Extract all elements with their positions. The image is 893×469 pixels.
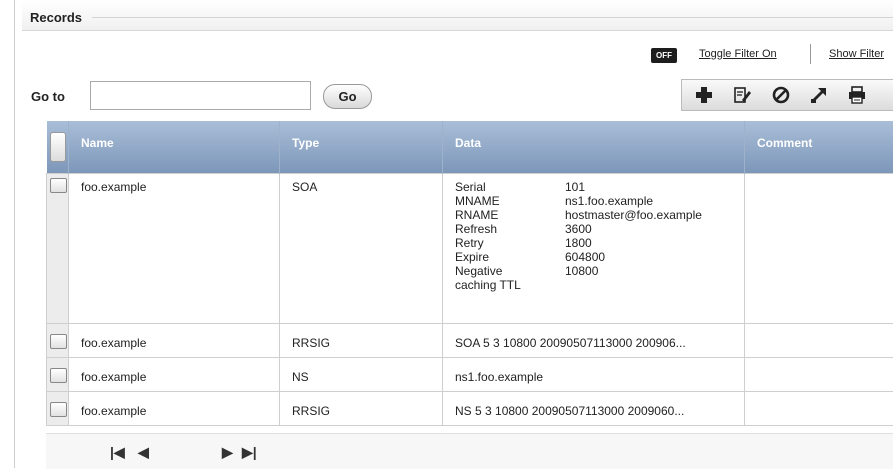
go-button[interactable]: Go [323,84,372,109]
prev-page-icon[interactable]: ◀ [138,444,149,461]
print-icon[interactable] [839,80,874,110]
cell-data: NS 5 3 10800 20090507113000 2009060... [443,391,745,425]
row-checkbox[interactable] [50,178,67,193]
data-key: MNAME [455,194,565,208]
filter-status-badge: OFF [651,48,677,63]
cell-name: foo.example [69,391,280,425]
add-icon[interactable] [686,80,721,110]
column-header-name[interactable]: Name [69,121,280,173]
data-value: 604800 [565,250,732,264]
records-header [22,0,893,31]
cell-type: SOA [280,173,443,323]
export-icon[interactable] [801,80,836,110]
goto-input[interactable] [90,81,311,110]
cell-type: RRSIG [280,323,443,357]
data-key: Retry [455,236,565,250]
cell-data: Serial101 MNAMEns1.foo.example RNAMEhost… [443,173,745,323]
toggle-filter-link[interactable]: Toggle Filter On [699,48,777,60]
row-checkbox[interactable] [50,368,67,383]
table-row[interactable]: foo.example RRSIG NS 5 3 10800 200905071… [47,391,893,425]
cell-type: RRSIG [280,391,443,425]
data-value: ns1.foo.example [565,194,732,208]
data-key: Negative caching TTL [455,264,535,292]
select-all-cell [47,121,69,173]
goto-label: Go to [31,89,65,104]
edit-icon[interactable] [724,80,759,110]
select-all-checkbox[interactable] [50,132,66,162]
first-page-icon[interactable]: |◀ [110,444,125,461]
last-page-icon[interactable]: ▶| [242,444,257,461]
data-key: Expire [455,250,565,264]
soa-data-list: Serial101 MNAMEns1.foo.example RNAMEhost… [455,180,732,292]
cell-comment [745,323,893,357]
cell-comment [745,173,893,323]
row-select-cell [47,357,69,391]
cell-data: SOA 5 3 10800 20090507113000 200906... [443,323,745,357]
table-row[interactable]: foo.example RRSIG SOA 5 3 10800 20090507… [47,323,893,357]
table-row[interactable]: foo.example NS ns1.foo.example [47,357,893,391]
cell-comment [745,391,893,425]
data-key: Serial [455,180,565,194]
record-toolbar [681,79,893,111]
column-header-data[interactable]: Data [443,121,745,173]
row-select-cell [47,173,69,323]
records-title-rule [92,17,893,18]
cell-type: NS [280,357,443,391]
cell-name: foo.example [69,173,280,323]
data-key: Refresh [455,222,565,236]
data-value: 10800 [565,264,732,292]
data-value: hostmaster@foo.example [565,208,732,222]
cell-name: foo.example [69,323,280,357]
disable-icon[interactable] [763,80,798,110]
cell-data: ns1.foo.example [443,357,745,391]
records-table: Name Type Data Comment foo.example SOA S… [46,121,893,426]
data-value: 101 [565,180,732,194]
row-select-cell [47,391,69,425]
data-value: 1800 [565,236,732,250]
show-filter-link[interactable]: Show Filter [829,48,884,60]
row-checkbox[interactable] [50,402,67,417]
cell-comment [745,357,893,391]
row-select-cell [47,323,69,357]
next-page-icon[interactable]: ▶ [222,444,233,461]
pagination-bar: |◀ ◀ ▶ ▶| [46,433,893,469]
column-header-comment[interactable]: Comment [745,121,893,173]
records-title: Records [30,10,82,25]
cell-name: foo.example [69,357,280,391]
filter-divider [810,44,811,64]
panel-left-border [14,0,15,468]
table-header-row: Name Type Data Comment [47,121,893,173]
table-row[interactable]: foo.example SOA Serial101 MNAMEns1.foo.e… [47,173,893,323]
data-value: 3600 [565,222,732,236]
data-key: RNAME [455,208,565,222]
column-header-type[interactable]: Type [280,121,443,173]
row-checkbox[interactable] [50,334,67,349]
